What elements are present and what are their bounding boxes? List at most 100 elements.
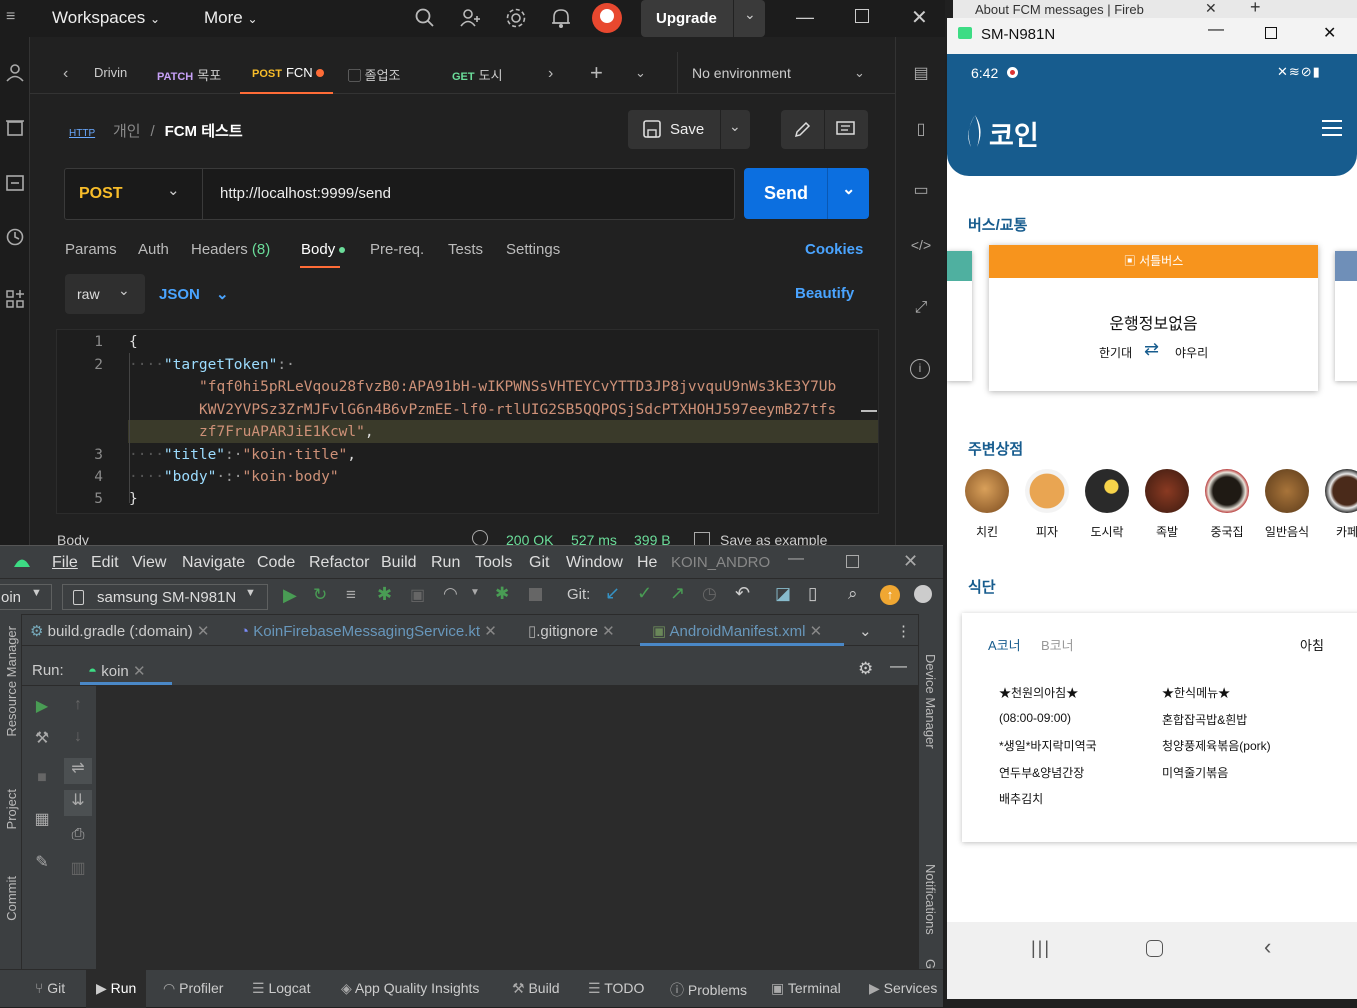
tab-gitignore[interactable]: ▯.gitignore ✕ [528,622,615,640]
bus-card[interactable]: ▣ 서틀버스 운행정보없음 한기대 ⇄ 야우리 [989,245,1318,391]
shop-category-general[interactable]: 일반음식 [1263,469,1311,540]
app-quality-tool[interactable]: ◈ App Quality Insights [341,980,479,997]
device-manager-icon[interactable]: ◪ [775,584,791,604]
home-icon[interactable] [1146,940,1163,957]
bus-card-next[interactable] [1335,251,1357,381]
menu-tools[interactable]: Tools [475,554,512,572]
todo-tool[interactable]: ☰ TODO [588,980,644,997]
close-icon[interactable]: ✕ [911,5,928,30]
chevron-down-icon[interactable]: ⌄ [744,6,756,23]
device-manager-tool[interactable]: Device Manager [923,654,938,749]
tabs-right-icon[interactable]: › [548,65,553,83]
resource-manager-tool[interactable]: Resource Manager [4,626,19,737]
git-tool[interactable]: ⑂ Git [35,980,65,996]
meal-tab-b[interactable]: B코너 [1041,635,1074,654]
commit-tool[interactable]: Commit [4,876,19,921]
tab-tests[interactable]: Tests [448,241,483,258]
minimize-icon[interactable]: — [1208,21,1224,39]
menu-window[interactable]: Window [566,554,623,572]
up-arrow-icon[interactable]: ↑ [67,696,89,718]
layout-icon[interactable]: ▤ [910,63,932,85]
chevron-down-icon[interactable]: ⌄ [854,65,865,81]
code-icon[interactable]: </> [910,237,932,259]
bell-icon[interactable] [551,7,571,29]
beautify-link[interactable]: Beautify [795,285,854,302]
box-icon[interactable] [5,173,25,193]
rerun-icon[interactable]: ▶ [31,696,53,718]
meal-tab-a[interactable]: A코너 [988,635,1021,654]
attach-debugger-icon[interactable]: ✱ [495,584,509,604]
profiler-tool[interactable]: ◠ Profiler [163,980,223,997]
tab-prerequest[interactable]: Pre-req. [370,241,424,258]
shop-category-jokbal[interactable]: 족발 [1143,469,1191,540]
git-commit-icon[interactable]: ✓ [637,583,652,604]
response-body-tab[interactable]: Body [57,532,89,545]
document-icon[interactable]: ▯ [910,119,932,141]
upgrade-button[interactable]: Upgrade ⌄ [641,0,765,37]
menu-file[interactable]: File [52,554,78,572]
close-icon[interactable]: ✕ [1323,23,1336,43]
tab-build-gradle[interactable]: ⚙ build.gradle (:domain) ✕ [30,622,209,640]
tab-settings[interactable]: Settings [506,241,560,258]
search-icon[interactable]: ⌕ [848,584,858,604]
menu-icon[interactable] [1322,120,1342,122]
pin-icon[interactable]: ✎ [31,852,53,874]
recents-icon[interactable]: ||| [1031,938,1051,959]
save-as-example-button[interactable]: Save as example [720,532,827,545]
tab-messaging-service[interactable]: ◔ KoinFirebaseMessagingService.kt ✕ [240,622,497,640]
tab-post-fcm[interactable]: POST FCN [252,65,325,80]
pencil-icon[interactable] [793,120,812,139]
history-icon[interactable] [5,227,25,247]
print-icon[interactable]: ⎙ [67,826,89,848]
project-tool[interactable]: Project [4,789,19,829]
run-icon[interactable]: ▶ [283,585,297,606]
swap-icon[interactable]: ⇄ [1144,339,1159,360]
avatar[interactable] [592,3,622,33]
tab-auth[interactable]: Auth [138,241,169,258]
tab-get[interactable]: GET 도시 [452,65,503,84]
tab-android-manifest[interactable]: ▣ AndroidManifest.xml ✕ [652,622,822,640]
search-icon[interactable] [415,8,435,28]
problems-tool[interactable]: ⓘ Problems [670,980,747,1000]
browser-tab[interactable]: About FCM messages | Fireb [975,2,1144,17]
maximize-icon[interactable] [1265,27,1277,39]
services-tool[interactable]: ▶ Services [869,980,937,997]
send-button[interactable]: Send ⌄ [744,168,869,219]
trash-icon[interactable] [5,117,25,137]
update-icon[interactable]: ↑ [880,585,900,605]
down-arrow-icon[interactable]: ↓ [67,728,89,750]
apps-icon[interactable] [5,289,25,309]
cookies-link[interactable]: Cookies [805,241,863,258]
menu-code[interactable]: Code [257,554,295,572]
maximize-icon[interactable] [846,555,859,568]
device-select[interactable]: samsung SM-N981N ▼ [62,584,268,610]
debug-icon[interactable]: ✱ [377,584,392,605]
chevron-down-icon[interactable]: ▼ [470,587,480,598]
save-button[interactable]: Save ⌄ [628,110,750,149]
run-config-select[interactable]: oin ▼ [0,584,52,610]
url-input[interactable]: http://localhost:9999/send [220,185,391,202]
comment-icon[interactable] [836,120,855,139]
git-update-icon[interactable]: ↙ [605,583,620,604]
profile-icon[interactable]: ▣ [410,585,425,605]
stop-icon[interactable] [529,588,542,601]
tab-drivin[interactable]: Drivin [94,65,127,80]
comment-icon[interactable]: ▭ [910,180,932,202]
stop-icon[interactable]: ■ [31,769,53,791]
menu-view[interactable]: View [132,554,166,572]
menu-git[interactable]: Git [529,554,549,572]
menu-help[interactable]: He [637,554,657,572]
hamburger-icon[interactable]: ≡ [6,8,15,26]
history-icon[interactable]: ◷ [702,584,717,604]
menu-run[interactable]: Run [431,554,460,572]
user-icon[interactable] [5,63,25,83]
gear-icon[interactable] [505,7,527,29]
back-icon[interactable]: ‹ [1264,934,1271,960]
wrench-icon[interactable]: ⚒ [31,728,53,750]
tab-params[interactable]: Params [65,241,117,258]
maximize-icon[interactable] [855,9,869,23]
run-tool[interactable]: ▶ Run [96,980,136,997]
menu-navigate[interactable]: Navigate [182,554,245,572]
soft-wrap-icon[interactable]: ⇌ [64,758,92,784]
chevron-down-icon[interactable]: ⌄ [842,179,855,199]
